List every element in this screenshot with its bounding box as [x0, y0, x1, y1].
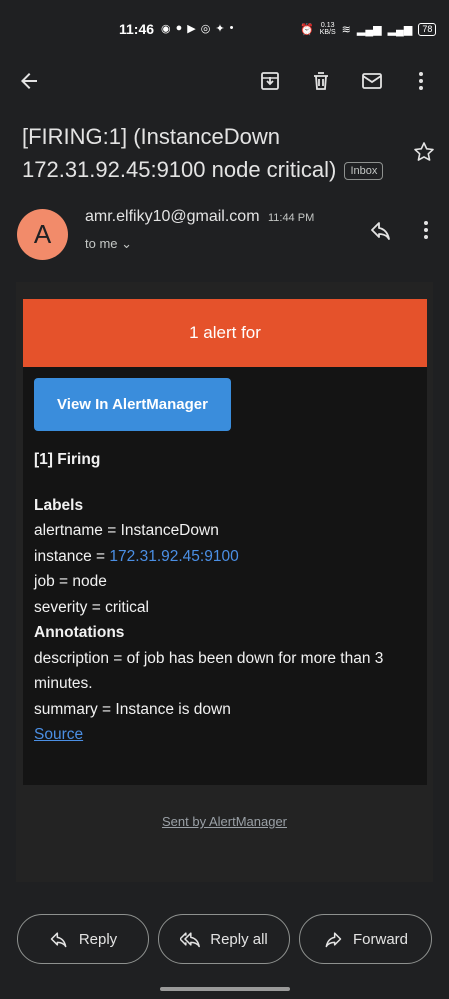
forward-button[interactable]: Forward — [299, 914, 432, 964]
email-body: 1 alert for View In AlertManager [1] Fir… — [16, 282, 433, 882]
view-in-alertmanager-button[interactable]: View In AlertManager — [34, 378, 231, 431]
opera-icon: ◎ — [200, 23, 211, 35]
reply-button[interactable]: Reply — [17, 914, 149, 964]
label-instance: instance = 172.31.92.45:9100 — [34, 544, 414, 570]
recipient-details[interactable]: to me ⌄ — [85, 236, 132, 252]
net-speed-value: 0.13 — [320, 22, 335, 29]
status-bar: 11:46 ◉ ● ▶ ◎ ✦ • ⏰ 0.13 KB/S ≋ ▂▄▆ ▂▄▆ … — [0, 0, 449, 58]
delete-icon — [314, 72, 328, 90]
label-alertname: alertname = InstanceDown — [34, 522, 219, 539]
instance-link[interactable]: 172.31.92.45:9100 — [109, 548, 238, 565]
dot-icon: • — [229, 22, 234, 34]
signal-2-icon: ▂▄▆ — [387, 23, 413, 36]
star-icon[interactable] — [412, 140, 436, 164]
label-severity: severity = critical — [34, 598, 149, 616]
alert-header: 1 alert for — [23, 299, 427, 367]
sent-by-link[interactable]: Sent by AlertManager — [16, 814, 433, 829]
net-speed: 0.13 KB/S — [320, 22, 336, 36]
archive-button[interactable] — [255, 66, 285, 96]
facebook-icon: ● — [175, 22, 183, 34]
source-link[interactable]: Source — [34, 726, 83, 743]
avatar[interactable]: A — [17, 209, 68, 260]
back-arrow-icon — [21, 73, 37, 89]
alert-details: [1] Firing Labels alertname = InstanceDo… — [34, 447, 414, 748]
annotations-title: Annotations — [34, 624, 125, 641]
status-time: 11:46 — [119, 21, 155, 37]
net-speed-unit: KB/S — [319, 29, 336, 36]
mark-unread-button[interactable] — [357, 66, 387, 96]
reply-all-label: Reply all — [210, 930, 268, 948]
label-job: job = node — [34, 573, 107, 590]
more-vert-icon[interactable] — [414, 218, 438, 242]
sender-email[interactable]: amr.elfiky10@gmail.com — [85, 208, 260, 225]
reply-icon — [50, 932, 67, 948]
email-toolbar — [0, 58, 449, 104]
twitter-icon: ✦ — [215, 23, 225, 35]
inbox-label[interactable]: Inbox — [344, 162, 384, 181]
gesture-nav-handle[interactable] — [160, 987, 290, 991]
alert-card: 1 alert for View In AlertManager [1] Fir… — [23, 299, 427, 785]
subject-text: [FIRING:1] (InstanceDown 172.31.92.45:91… — [22, 124, 337, 182]
forward-label: Forward — [352, 930, 408, 948]
more-options-button[interactable] — [406, 66, 436, 96]
mark-unread-icon — [362, 73, 382, 89]
reply-label: Reply — [78, 930, 118, 948]
reply-icon[interactable] — [369, 218, 393, 242]
email-subject: [FIRING:1] (InstanceDown 172.31.92.45:91… — [22, 120, 412, 186]
youtube-icon: ▶ — [187, 23, 196, 35]
delete-button[interactable] — [306, 66, 336, 96]
sender-row: A amr.elfiky10@gmail.com 11:44 PM to me … — [0, 200, 449, 270]
notification-icons: ◉ ● ▶ ◎ ✦ • — [161, 22, 233, 35]
wifi-icon: ≋ — [341, 23, 351, 36]
forward-icon — [325, 932, 342, 948]
battery-indicator: 78 — [418, 22, 437, 36]
archive-icon — [261, 72, 279, 90]
annotation-summary: summary = Instance is down — [34, 700, 231, 718]
reply-all-button[interactable]: Reply all — [158, 914, 290, 964]
recipient-text: to me — [85, 236, 118, 251]
whatsapp-icon: ◉ — [161, 23, 171, 35]
sender-line: amr.elfiky10@gmail.com 11:44 PM — [85, 208, 314, 226]
system-icons: ⏰ 0.13 KB/S ≋ ▂▄▆ ▂▄▆ 78 — [300, 22, 437, 36]
more-vert-icon — [419, 72, 423, 90]
sent-time: 11:44 PM — [267, 212, 315, 224]
instance-prefix: instance = — [34, 547, 110, 565]
back-button[interactable] — [14, 66, 44, 96]
firing-title: [1] Firing — [34, 451, 101, 468]
annotation-description: description = of job has been down for m… — [34, 649, 384, 693]
alarm-icon: ⏰ — [300, 23, 314, 36]
reply-all-icon — [180, 932, 201, 948]
bottom-actions: Reply Reply all Forward — [0, 914, 449, 964]
chevron-down-icon: ⌄ — [121, 236, 133, 251]
signal-icon: ▂▄▆ — [356, 23, 382, 36]
labels-title: Labels — [34, 496, 84, 514]
